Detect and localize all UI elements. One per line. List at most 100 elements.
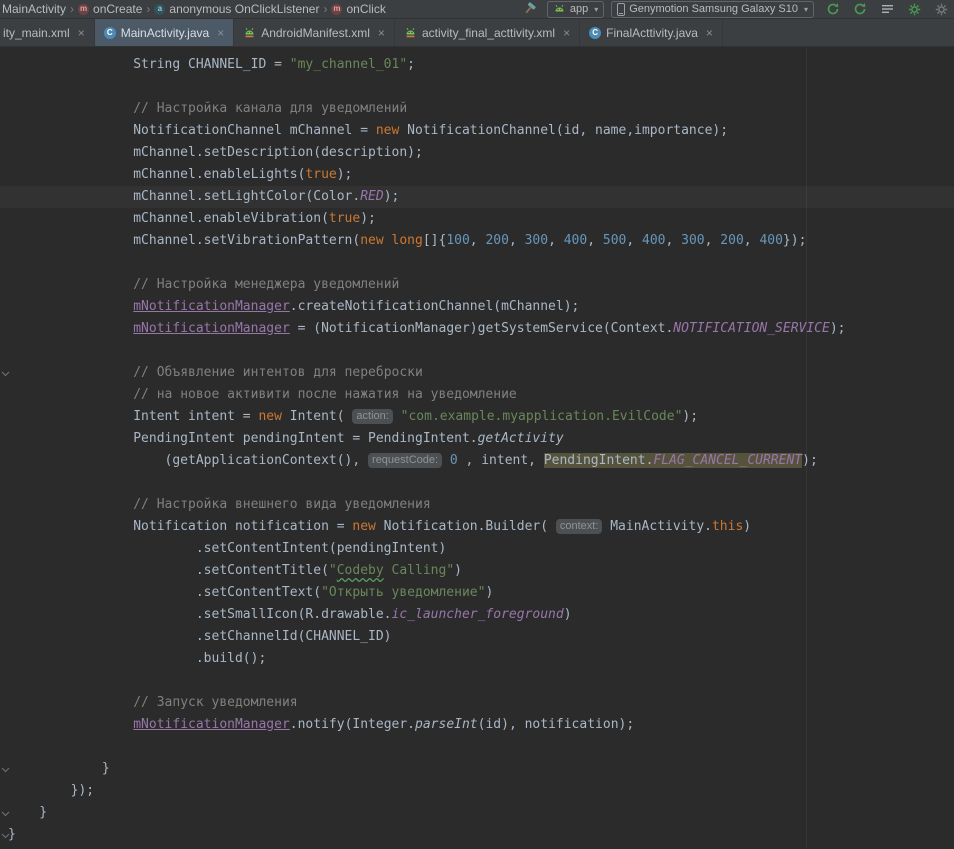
editor-tabs: ity_main.xml×CMainActivity.java×AndroidM… [0,19,954,47]
code-line[interactable] [0,340,954,362]
editor-tab-2[interactable]: AndroidManifest.xml× [234,19,395,46]
code-line[interactable]: .setContentText("Открыть уведомление") [0,582,954,604]
code-token: mNotificationManager [133,299,290,314]
code-line[interactable]: // на новое активити после нажатия на ув… [0,384,954,406]
build-hammer-icon[interactable] [522,1,540,17]
code-line[interactable] [0,76,954,98]
code-line[interactable]: mNotificationManager.createNotificationC… [0,296,954,318]
profiler-icon[interactable] [878,1,896,17]
code-token: "my_channel_01" [290,57,407,72]
code-line[interactable] [0,252,954,274]
code-token: mChannel.setVibrationPattern( [8,233,360,248]
code-line[interactable]: mChannel.setLightColor(Color.RED); [0,186,954,208]
code-line[interactable]: // Объявление интентов для переброски [0,362,954,384]
code-line[interactable]: }); [0,780,954,802]
breadcrumb-item[interactable]: monClick [331,2,385,16]
breadcrumb-item[interactable]: monCreate [78,2,142,16]
code-line[interactable]: .setChannelId(CHANNEL_ID) [0,626,954,648]
code-token: mChannel.enableVibration( [8,211,329,226]
code-line[interactable]: mChannel.setVibrationPattern(new long[]{… [0,230,954,252]
code-token: 400 [564,233,587,248]
code-line[interactable]: String CHANNEL_ID = "my_channel_01"; [0,54,954,76]
code-token: .setContentText( [8,585,321,600]
attach-debugger-icon[interactable] [932,1,950,17]
code-token: ) [743,519,751,534]
code-token: " [329,563,337,578]
close-tab-icon[interactable]: × [706,27,713,39]
code-line[interactable]: NotificationChannel mChannel = new Notif… [0,120,954,142]
code-line[interactable]: mChannel.enableVibration(true); [0,208,954,230]
apply-code-changes-icon[interactable] [851,1,869,17]
anonymous-class-icon: a [154,4,165,15]
device-manager-icon[interactable] [905,1,923,17]
code-token: Intent( [282,409,352,424]
java-class-icon: C [104,27,116,39]
code-token: , [705,233,721,248]
code-token: ) [454,563,462,578]
code-line[interactable]: (getApplicationContext(), requestCode: 0… [0,450,954,472]
fold-marker-icon[interactable] [1,833,10,839]
code-token: getActivity [478,431,564,446]
code-token: , [548,233,564,248]
breadcrumb-item[interactable]: aanonymous OnClickListener [154,2,319,16]
code-token: mChannel.setDescription(description); [8,145,423,160]
code-line[interactable]: Intent intent = new Intent( action: "com… [0,406,954,428]
fold-marker-icon[interactable] [1,371,10,377]
fold-marker-icon[interactable] [1,767,10,773]
breadcrumb-item[interactable]: MainActivity [2,2,66,16]
code-line[interactable]: Notification notification = new Notifica… [0,516,954,538]
editor-tab-0[interactable]: ity_main.xml× [0,19,95,46]
editor-tab-1[interactable]: CMainActivity.java× [95,19,235,46]
apply-changes-icon[interactable] [824,1,842,17]
code-line[interactable] [0,736,954,758]
main-toolbar: MainActivity›monCreate›aanonymous OnClic… [0,0,954,19]
code-line[interactable]: mChannel.setDescription(description); [0,142,954,164]
code-token [8,497,133,512]
code-token: .notify(Integer. [290,717,415,732]
device-label: Genymotion Samsung Galaxy S10 [629,3,798,15]
code-token: } [8,805,47,820]
toolbar-action-icons [824,1,950,17]
code-line[interactable]: mChannel.enableLights(true); [0,164,954,186]
fold-marker-icon[interactable] [1,811,10,817]
code-token: .setContentTitle( [8,563,329,578]
code-line[interactable]: // Запуск уведомления [0,692,954,714]
code-token [8,365,133,380]
code-token: ); [682,409,698,424]
editor-tab-3[interactable]: activity_final_acttivity.xml× [395,19,580,46]
code-line[interactable]: .setContentIntent(pendingIntent) [0,538,954,560]
code-line[interactable]: .setSmallIcon(R.drawable.ic_launcher_for… [0,604,954,626]
code-token: RED [360,189,383,204]
code-line[interactable]: // Настройка канала для уведомлений [0,98,954,120]
code-line[interactable]: // Настройка менеджера уведомлений [0,274,954,296]
code-line[interactable]: } [0,802,954,824]
close-tab-icon[interactable]: × [78,27,85,39]
run-configuration-dropdown[interactable]: app ▾ [547,1,604,18]
code-line[interactable]: mNotificationManager = (NotificationMana… [0,318,954,340]
code-line[interactable]: PendingIntent pendingIntent = PendingInt… [0,428,954,450]
close-tab-icon[interactable]: × [217,27,224,39]
code-line[interactable]: // Настройка внешнего вида уведомления [0,494,954,516]
code-editor[interactable]: String CHANNEL_ID = "my_channel_01"; // … [0,47,954,849]
code-line[interactable] [0,472,954,494]
code-token: this [712,519,743,534]
code-token: "Открыть уведомление" [321,585,485,600]
method-icon: m [78,4,89,15]
right-margin-guide [806,47,807,849]
tab-label: FinalActtivity.java [606,26,698,40]
code-line[interactable] [0,670,954,692]
device-dropdown[interactable]: Genymotion Samsung Galaxy S10 ▾ [611,1,814,18]
code-line[interactable]: mNotificationManager.notify(Integer.pars… [0,714,954,736]
close-tab-icon[interactable]: × [563,27,570,39]
code-token: new [258,409,281,424]
code-line[interactable]: .build(); [0,648,954,670]
code-line[interactable]: } [0,824,954,846]
code-token: ic_launcher_foreground [392,607,564,622]
editor-tab-4[interactable]: CFinalActtivity.java× [580,19,723,46]
code-token: , intent, [458,453,544,468]
code-line[interactable]: } [0,758,954,780]
code-line[interactable]: .setContentTitle("Codeby Calling") [0,560,954,582]
close-tab-icon[interactable]: × [378,27,385,39]
code-token: ; [407,57,415,72]
code-token: 200 [720,233,743,248]
